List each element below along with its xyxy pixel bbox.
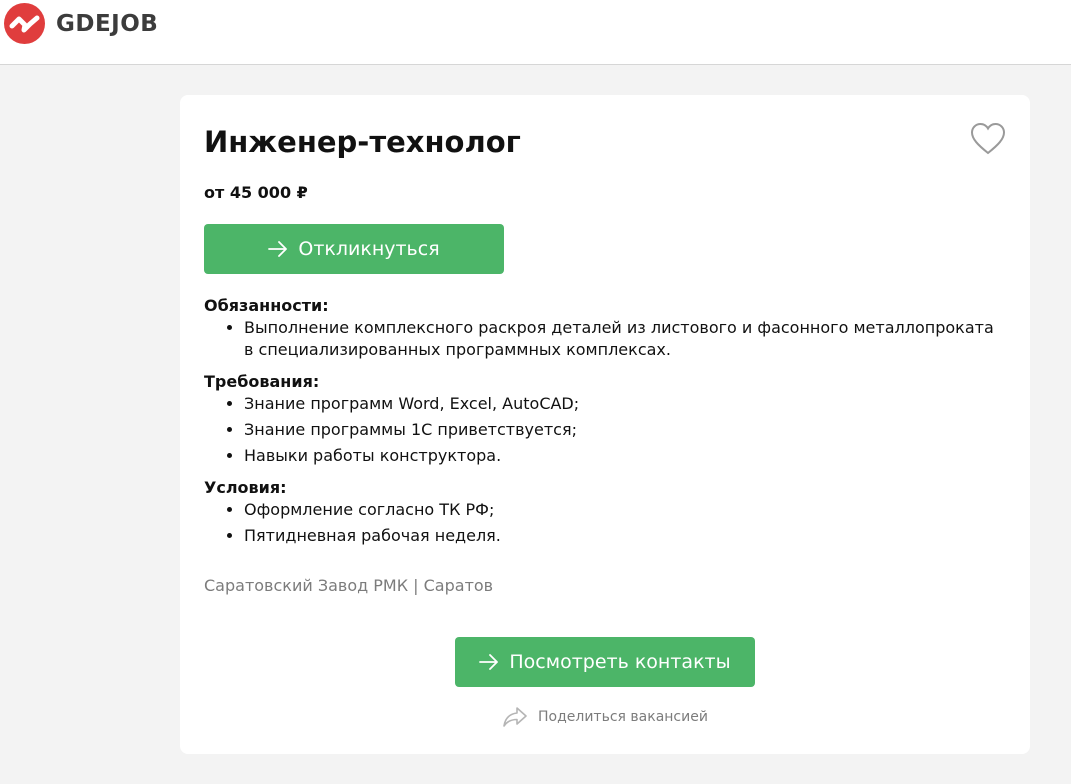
list-item: Пятидневная рабочая неделя. — [244, 525, 1004, 547]
conditions-list: Оформление согласно ТК РФ; Пятидневная р… — [204, 499, 1004, 547]
list-item: Выполнение комплексного раскроя деталей … — [244, 317, 1004, 361]
list-item: Знание программ Word, Excel, AutoCAD; — [244, 393, 1004, 415]
arrow-right-icon — [268, 241, 288, 257]
share-vacancy-link[interactable]: Поделиться вакансией — [502, 706, 708, 728]
company-location: Саратовский Завод РМК | Саратов — [204, 576, 494, 595]
list-item: Оформление согласно ТК РФ; — [244, 499, 1004, 521]
share-label: Поделиться вакансией — [538, 709, 708, 725]
duties-list: Выполнение комплексного раскроя деталей … — [204, 317, 1004, 361]
list-item: Знание программы 1С приветствуется; — [244, 419, 1004, 441]
section-title-requirements: Требования: — [204, 372, 320, 391]
view-contacts-button[interactable]: Посмотреть контакты — [455, 637, 755, 687]
top-header: GDEJOB — [0, 0, 1071, 65]
apply-button[interactable]: Откликнуться — [204, 224, 504, 274]
apply-button-label: Откликнуться — [298, 238, 440, 260]
section-title-conditions: Условия: — [204, 478, 287, 497]
vacancy-description: Обязанности: Выполнение комплексного рас… — [204, 295, 1004, 557]
logo-icon — [4, 3, 45, 44]
logo-text: GDEJOB — [56, 10, 159, 37]
section-title-duties: Обязанности: — [204, 296, 329, 315]
view-contacts-label: Посмотреть контакты — [509, 651, 731, 673]
requirements-list: Знание программ Word, Excel, AutoCAD; Зн… — [204, 393, 1004, 467]
arrow-right-icon — [479, 654, 499, 670]
share-icon — [503, 707, 527, 727]
vacancy-salary: от 45 000 ₽ — [204, 183, 308, 202]
site-logo[interactable]: GDEJOB — [4, 3, 158, 44]
heart-icon[interactable] — [970, 122, 1006, 156]
vacancy-title: Инженер-технолог — [204, 125, 521, 159]
vacancy-card: Инженер-технолог от 45 000 ₽ Откликнутьс… — [180, 95, 1030, 754]
list-item: Навыки работы конструктора. — [244, 445, 1004, 467]
